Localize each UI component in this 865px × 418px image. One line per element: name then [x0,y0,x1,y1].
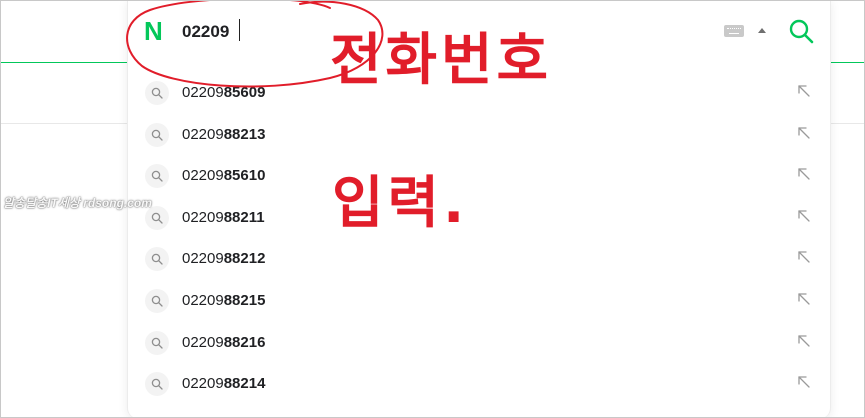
search-icon [145,122,169,147]
suggestion-item[interactable]: 0220988211 [128,197,830,239]
annotation-phone-number: 전화번호 [330,28,553,93]
annotation-input: 입력. [332,171,469,236]
arrow-up-left-icon[interactable] [797,209,811,223]
suggestion-suffix: 88215 [223,291,266,309]
arrow-up-left-icon[interactable] [797,250,811,264]
suggestion-prefix: 02209 [182,84,224,101]
keyboard-icon[interactable] [724,25,744,37]
suggestion-prefix: 02209 [182,208,224,226]
suggestion-text: 0220985610 [182,167,265,184]
suggestion-suffix: 88213 [223,125,266,143]
suggestion-prefix: 02209 [182,375,224,393]
arrow-up-left-icon[interactable] [797,84,811,98]
text-caret [239,19,240,41]
suggestion-item[interactable]: 0220988214 [128,363,830,405]
arrow-up-left-icon[interactable] [797,292,811,306]
search-icon [145,372,169,397]
suggestion-suffix: 85610 [223,167,266,185]
suggestion-item[interactable]: 0220988213 [128,114,830,156]
suggestion-suffix: 88211 [223,208,265,226]
search-icon [145,164,169,189]
suggestion-text: 0220988213 [182,126,265,143]
search-icon[interactable] [788,18,814,44]
suggestion-text: 0220988214 [182,375,265,392]
search-icon [145,288,169,313]
suggestion-prefix: 02209 [182,333,224,351]
arrow-up-left-icon[interactable] [797,126,811,140]
suggestion-text: 0220985609 [182,84,265,101]
suggestion-prefix: 02209 [182,125,224,143]
arrow-up-left-icon[interactable] [797,334,811,348]
suggestion-prefix: 02209 [182,250,224,268]
suggestion-item[interactable]: 0220985610 [128,155,830,197]
arrow-up-left-icon[interactable] [797,375,811,389]
suggestion-item[interactable]: 0220988215 [128,280,830,322]
suggestion-text: 0220988215 [182,292,265,309]
suggestion-item[interactable]: 0220988216 [128,322,830,364]
arrow-up-icon[interactable] [758,28,766,33]
suggestion-prefix: 02209 [182,167,224,185]
suggestion-text: 0220988212 [182,250,265,267]
suggestion-text: 0220988211 [182,209,265,226]
suggestion-suffix: 88216 [223,333,266,351]
suggestion-prefix: 02209 [182,291,224,309]
suggestion-suffix: 88212 [223,250,266,268]
search-icon [145,247,169,272]
naver-logo[interactable]: N [144,18,163,44]
suggestion-suffix: 85609 [223,84,266,101]
suggestion-item[interactable]: 0220988212 [128,238,830,280]
suggestion-text: 0220988216 [182,334,265,351]
search-icon [145,81,169,105]
search-icon [145,330,169,355]
arrow-up-left-icon[interactable] [797,167,811,181]
watermark: 알송달송IT세상 rdsong.com [3,196,152,210]
suggestion-list: 0220985609 0220988213 0220985610 0220988211… [128,72,830,405]
suggestion-suffix: 88214 [223,375,266,393]
